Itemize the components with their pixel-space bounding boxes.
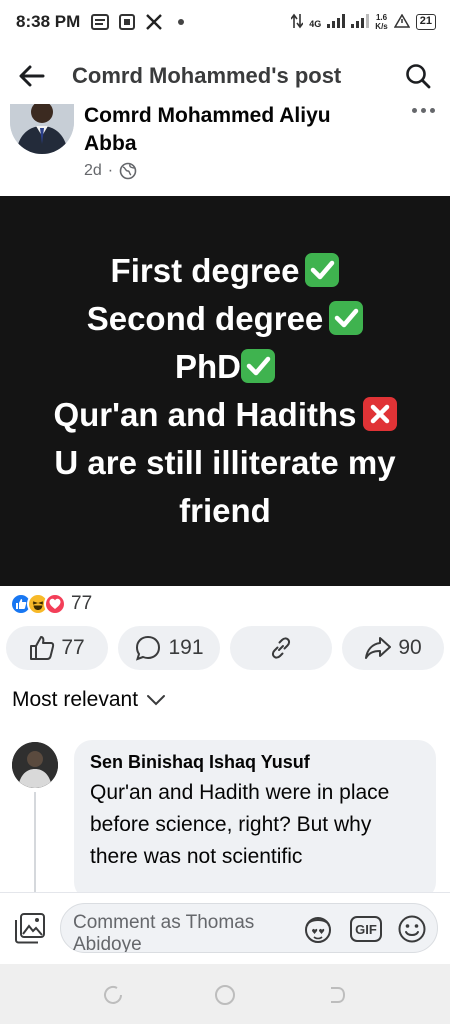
share-count: 90 [398, 636, 422, 659]
back-button[interactable] [12, 56, 52, 96]
image-icon [15, 913, 45, 944]
chevron-down-icon [147, 695, 166, 706]
post-time[interactable]: 2d [84, 162, 102, 180]
arrow-left-icon [19, 65, 45, 87]
post-author-row: Comrd Mohammed Aliyu Abba 2d · [0, 98, 450, 194]
back-nav-button[interactable] [324, 982, 350, 1008]
post-meta: 2d · [84, 162, 137, 180]
data-arrows-icon [290, 13, 304, 32]
emoji-button[interactable] [395, 912, 429, 946]
gif-button[interactable]: GIF [349, 912, 383, 946]
page-title: Comrd Mohammed's post [72, 63, 342, 88]
author-avatar[interactable] [10, 104, 74, 154]
comment-count: 191 [168, 636, 204, 659]
check-mark-icon [241, 349, 275, 383]
system-nav-bar [0, 964, 450, 1024]
comment-bubble-icon [136, 635, 161, 661]
more-dot-icon [429, 107, 435, 113]
post-line-text: PhD [175, 348, 241, 385]
network-type: 4G [309, 18, 322, 29]
home-circle-icon [215, 985, 235, 1005]
post-header: Comrd Mohammed's post [0, 50, 450, 102]
post-line-text: Qur'an and Hadiths [53, 396, 357, 433]
post-line-5: U are still illiterate my friend [40, 439, 410, 535]
commenter-avatar[interactable] [12, 742, 58, 788]
net-speed-unit: K/s [375, 22, 388, 31]
back-nav-icon [331, 987, 346, 1003]
emoji-icon [398, 915, 426, 943]
thumbs-up-icon [30, 636, 55, 660]
like-button[interactable]: 77 [6, 626, 108, 670]
x-icon [144, 13, 164, 31]
recents-icon [104, 985, 122, 1004]
avatar-sticker-icon [305, 917, 331, 943]
more-options-button[interactable] [408, 100, 438, 120]
check-mark-icon [305, 253, 340, 287]
status-right: 4G 1.6 K/s 21 [290, 13, 436, 32]
meta-separator: · [107, 162, 114, 179]
comment-sort-dropdown[interactable]: Most relevant [12, 688, 166, 712]
sim-icon [117, 13, 137, 31]
author-name[interactable]: Comrd Mohammed Aliyu Abba [84, 102, 384, 158]
avatar-sticker-button[interactable] [301, 912, 335, 946]
reaction-count: 77 [71, 593, 93, 614]
signal-icon-2 [351, 13, 370, 31]
comment-bubble[interactable]: Sen Binishaq Ishaq Yusuf Qur'an and Hadi… [74, 740, 436, 900]
recents-button[interactable] [100, 982, 126, 1008]
home-button[interactable] [212, 982, 238, 1008]
net-speed-value: 1.6 [375, 13, 388, 22]
share-button[interactable]: 90 [342, 626, 444, 670]
comment-composer: Comment as Thomas Abidoye GIF [0, 892, 450, 964]
battery-indicator: 21 [415, 14, 436, 30]
search-button[interactable] [398, 56, 438, 96]
check-mark-icon [329, 301, 364, 335]
gif-icon: GIF [350, 916, 382, 942]
post-line-1: First degree [111, 247, 340, 295]
search-icon [406, 64, 431, 89]
signal-icon [327, 13, 346, 31]
post-line-text: Second degree [86, 300, 324, 337]
post-line-4: Qur'an and Hadiths [53, 391, 397, 439]
love-reaction-icon [44, 593, 66, 615]
more-dot-icon [420, 107, 426, 113]
share-arrow-icon [365, 637, 392, 659]
copy-link-button[interactable] [230, 626, 332, 670]
comment-button[interactable]: 191 [118, 626, 220, 670]
dot-icon [171, 13, 191, 31]
sort-label: Most relevant [12, 688, 139, 711]
comment-author[interactable]: Sen Binishaq Ishaq Yusuf [90, 752, 420, 773]
comment-input[interactable]: Comment as Thomas Abidoye GIF [60, 903, 438, 953]
comment-placeholder: Comment as Thomas Abidoye [73, 912, 255, 952]
comment-text: Qur'an and Hadith were in place before s… [90, 781, 390, 868]
comment-thread-line [34, 792, 36, 892]
status-time: 8:38 PM [16, 12, 81, 31]
status-bar: 8:38 PM 4G 1.6 K/s 21 [0, 0, 450, 44]
more-dot-icon [411, 107, 417, 113]
notes-icon [90, 13, 110, 31]
post-line-text: First degree [110, 252, 300, 289]
text-post-card[interactable]: First degree Second degree PhD Qur'an an… [0, 196, 450, 586]
cross-mark-icon [362, 397, 397, 431]
reactions-summary[interactable]: 77 [10, 590, 92, 618]
post-line-3: PhD [175, 343, 275, 391]
link-icon [271, 637, 291, 659]
globe-icon [119, 162, 137, 180]
photo-button[interactable] [12, 909, 48, 947]
warning-icon [393, 13, 411, 31]
post-line-text: U are still illiterate my friend [54, 444, 396, 529]
like-count: 77 [61, 636, 85, 659]
post-line-2: Second degree [87, 295, 364, 343]
net-speed: 1.6 K/s [375, 13, 387, 31]
post-actions: 77 191 90 [0, 626, 450, 672]
